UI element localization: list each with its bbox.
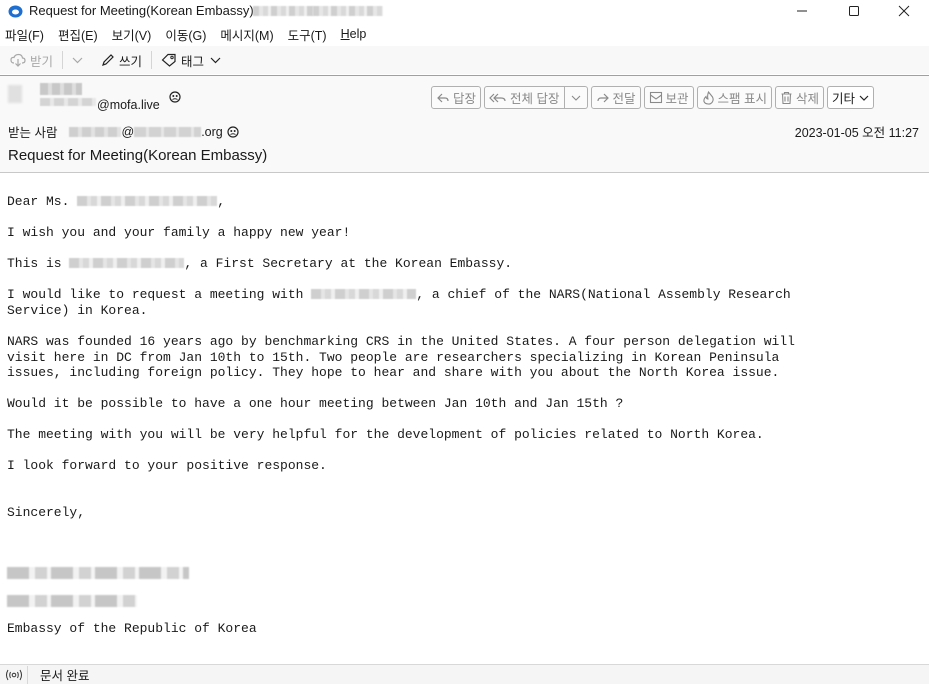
archive-icon (649, 91, 663, 104)
connection-status-icon[interactable] (0, 665, 28, 684)
redacted-sender-avatar (8, 85, 22, 103)
menu-help[interactable]: Help (341, 27, 367, 41)
reply-icon (436, 92, 450, 104)
reply-all-icon (489, 92, 507, 104)
minimize-icon (797, 10, 807, 12)
tag-button[interactable]: 태그 (158, 49, 224, 71)
greeting: Dear Ms. , (7, 194, 922, 210)
pencil-icon (101, 53, 115, 67)
chevron-down-icon (571, 95, 580, 101)
delete-label: 삭제 (796, 92, 820, 106)
archive-button[interactable]: 보관 (643, 86, 694, 109)
forward-label: 전달 (612, 92, 636, 106)
flame-icon (702, 90, 715, 105)
sender-email-domain[interactable]: @mofa.live (97, 98, 160, 112)
contact-icon[interactable] (227, 125, 239, 138)
menu-file[interactable]: 파일(F) (5, 25, 44, 44)
redacted-signature-title (7, 594, 137, 607)
reply-all-dropdown[interactable] (564, 86, 588, 109)
redacted-signature-name (7, 566, 189, 579)
toolbar-separator (62, 51, 64, 69)
recipient-at[interactable]: @ (121, 125, 134, 139)
redacted-recipient-local (69, 126, 122, 137)
receive-button[interactable]: 받기 (7, 49, 56, 71)
maximize-icon (849, 6, 859, 16)
thunderbird-app-icon (8, 4, 23, 18)
reply-button[interactable]: 답장 (431, 86, 482, 109)
toolbar-separator (151, 51, 153, 69)
paragraph: This is , a First Secretary at the Korea… (7, 256, 922, 272)
recipient-tld[interactable]: .org (201, 125, 223, 139)
greeting-prefix: Dear Ms. (7, 194, 78, 209)
message-header: @mofa.live 답장 전체 답장 전달 보관 스팸 표시 삭제 기타 받는… (0, 75, 929, 173)
status-bar: 문서 완료 (0, 664, 929, 684)
compose-label: 쓰기 (119, 54, 143, 69)
paragraph-text: I would like to request a meeting with (7, 287, 312, 303)
archive-label: 보관 (665, 92, 689, 106)
redacted-official-name (311, 289, 417, 300)
redacted-sender-name (40, 83, 82, 95)
chevron-down-icon (72, 57, 83, 63)
greeting-suffix: , (217, 194, 226, 209)
menu-view[interactable]: 보기(V) (112, 25, 152, 44)
delete-button[interactable]: 삭제 (775, 86, 825, 109)
paragraph: Would it be possible to have a one hour … (7, 396, 624, 412)
redacted-sender-name (69, 258, 185, 269)
mark-spam-label: 스팸 표시 (717, 92, 768, 106)
tag-label: 태그 (181, 54, 205, 69)
status-text: 문서 완료 (40, 669, 90, 683)
redacted-recipient-domain (134, 126, 202, 137)
paragraph: NARS was founded 16 years ago by benchma… (7, 333, 795, 381)
menu-bar: 파일(F) 편집(E) 보기(V) 이동(G) 메시지(M) 도구(T) Hel… (0, 23, 929, 45)
recipient-row: 받는 사람 @ .org (8, 122, 239, 141)
close-icon (898, 5, 910, 17)
menu-tools[interactable]: 도구(T) (288, 25, 327, 44)
receive-dropdown[interactable] (69, 49, 86, 71)
more-label: 기타 (832, 92, 856, 106)
more-button[interactable]: 기타 (827, 86, 875, 109)
title-bar: Request for Meeting(Korean Embassy) (0, 0, 929, 22)
main-toolbar: 받기 쓰기 태그 (0, 46, 929, 74)
paragraph-text: , a First Secretary at the Korean Embass… (184, 256, 513, 272)
signature-organization: Embassy of the Republic of Korea (7, 620, 257, 636)
receive-label: 받기 (30, 54, 54, 69)
menu-edit[interactable]: 편집(E) (58, 25, 98, 44)
menu-message[interactable]: 메시지(M) (220, 25, 273, 44)
contact-icon[interactable] (169, 90, 181, 103)
close-button[interactable] (881, 0, 927, 22)
window-title: Request for Meeting(Korean Embassy) (29, 3, 254, 18)
message-body: Dear Ms. , I wish you and your family a … (0, 174, 929, 664)
paragraph: I wish you and your family a happy new y… (7, 225, 351, 241)
chevron-down-icon (210, 57, 221, 63)
reply-label: 답장 (453, 92, 477, 106)
message-subject: Request for Meeting(Korean Embassy) (8, 147, 268, 164)
closing: Sincerely, (7, 505, 86, 521)
cloud-download-icon (10, 53, 26, 67)
reply-all-label: 전체 답장 (510, 92, 560, 106)
recipient-label: 받는 사람 (8, 126, 58, 140)
redacted-sender-address (40, 98, 96, 106)
mark-spam-button[interactable]: 스팸 표시 (696, 86, 773, 109)
message-datetime: 2023-01-05 오전 11:27 (794, 126, 919, 140)
redacted-recipient-name (77, 196, 218, 206)
maximize-button[interactable] (831, 0, 877, 22)
forward-icon (596, 92, 610, 104)
forward-button[interactable]: 전달 (590, 86, 641, 109)
tag-icon (161, 53, 177, 67)
redacted-title-suffix (313, 6, 383, 16)
message-actions: 답장 전체 답장 전달 보관 스팸 표시 삭제 기타 (431, 86, 875, 109)
compose-button[interactable]: 쓰기 (98, 49, 145, 71)
paragraph-text: This is (7, 256, 70, 272)
paragraph: I look forward to your positive response… (7, 458, 327, 474)
chevron-down-icon (859, 95, 869, 101)
paragraph: I would like to request a meeting with ,… (7, 287, 922, 318)
reply-all-button[interactable]: 전체 답장 (484, 86, 565, 109)
minimize-button[interactable] (779, 0, 825, 22)
trash-icon (780, 91, 793, 105)
menu-go[interactable]: 이동(G) (165, 25, 206, 44)
redacted-title-suffix (253, 6, 313, 16)
reply-all-split-button: 전체 답장 (484, 86, 588, 109)
paragraph: The meeting with you will be very helpfu… (7, 427, 764, 443)
